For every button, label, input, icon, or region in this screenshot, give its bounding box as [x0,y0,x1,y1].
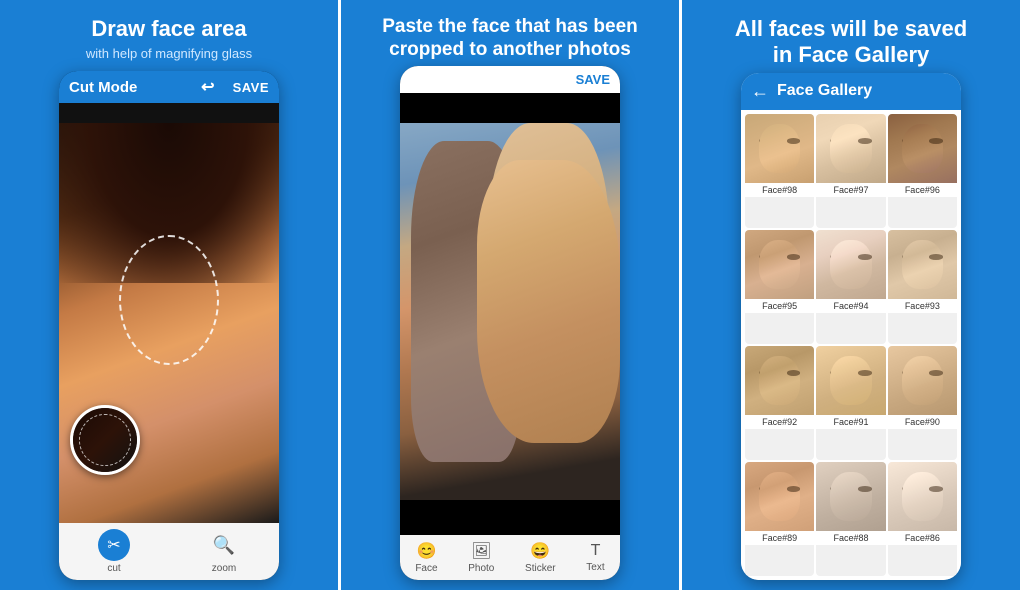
photo-tool-label: Photo [468,563,494,574]
face-image-face-95 [745,230,814,299]
zoom-tool-button[interactable]: 🔍 zoom [208,529,240,574]
face-tool-icon: 😊 [416,541,436,561]
face-image-face-91 [816,346,885,415]
gallery-title: Face Gallery [777,82,872,100]
zoom-label: zoom [212,563,236,574]
face-cell-face-88[interactable]: Face#88 [816,462,885,576]
face-label-face-89: Face#89 [745,531,814,545]
text-tool-button[interactable]: T Text [586,542,604,573]
face-cell-face-93[interactable]: Face#93 [888,230,957,344]
face-image-face-86 [888,462,957,531]
magnifier-circle [70,405,140,475]
paste-black-bar-top [400,93,620,123]
face-label-face-90: Face#90 [888,415,957,429]
panel-draw-face: Draw face area with help of magnifying g… [0,0,338,590]
text-tool-icon: T [591,542,601,560]
toolbar-right: ↩ SAVE [201,77,269,97]
cut-icon: ✂ [98,529,130,561]
face-cell-face-92[interactable]: Face#92 [745,346,814,460]
magnifier-dashed-border [79,414,130,465]
panel3-title: All faces will be savedin Face Gallery [735,16,967,69]
face-tool-button[interactable]: 😊 Face [415,541,437,574]
face-gallery-grid: Face#98Face#97Face#96Face#95Face#94Face#… [741,110,961,580]
gallery-header: ← Face Gallery [741,73,961,110]
phone-mockup-1: Cut Mode ↩ SAVE ✂ [59,71,279,580]
face-label-face-92: Face#92 [745,415,814,429]
face-cell-face-95[interactable]: Face#95 [745,230,814,344]
panel1-title: Draw face area [91,16,246,42]
paste-save-button[interactable]: SAVE [576,72,610,87]
face-label-face-93: Face#93 [888,299,957,313]
face-image-face-92 [745,346,814,415]
face-photo-area[interactable] [59,123,279,523]
face-image-face-94 [816,230,885,299]
face-label-face-86: Face#86 [888,531,957,545]
person1-silhouette [411,141,521,462]
zoom-icon: 🔍 [208,529,240,561]
face-label-face-96: Face#96 [888,183,957,197]
cut-mode-label: Cut Mode [69,79,137,96]
face-image-face-96 [888,114,957,183]
face-label-face-98: Face#98 [745,183,814,197]
sticker-tool-label: Sticker [525,563,556,574]
face-image-face-93 [888,230,957,299]
back-arrow-icon[interactable]: ← [751,81,769,102]
face-label-face-88: Face#88 [816,531,885,545]
face-cell-face-86[interactable]: Face#86 [888,462,957,576]
face-image-face-97 [816,114,885,183]
face-background [59,123,279,523]
face-label-face-95: Face#95 [745,299,814,313]
save-button[interactable]: SAVE [233,80,269,95]
sticker-tool-button[interactable]: 😄 Sticker [525,541,556,574]
paste-toolbar: SAVE [400,66,620,93]
paste-black-bar-bottom [400,500,620,535]
face-selection-oval [119,235,219,365]
face-cell-face-94[interactable]: Face#94 [816,230,885,344]
cut-mode-toolbar: Cut Mode ↩ SAVE [59,71,279,103]
face-label-face-97: Face#97 [816,183,885,197]
phone-mockup-2: SAVE 😊 Face 🖼 Photo 😄 Sticker [400,66,620,580]
panel1-subtitle: with help of magnifying glass [86,46,252,61]
face-image-face-88 [816,462,885,531]
face-image-face-90 [888,346,957,415]
couple-photo [400,123,620,500]
cut-label: cut [107,563,120,574]
top-black-bar [59,103,279,123]
panel-paste-face: Paste the face that has been cropped to … [338,0,679,590]
panel2-title: Paste the face that has been cropped to … [351,16,669,62]
face-cell-face-98[interactable]: Face#98 [745,114,814,228]
face-cell-face-90[interactable]: Face#90 [888,346,957,460]
face-image-face-89 [745,462,814,531]
undo-icon[interactable]: ↩ [201,77,214,97]
person2-silhouette [488,123,609,425]
face-cell-face-91[interactable]: Face#91 [816,346,885,460]
sticker-tool-icon: 😄 [530,541,550,561]
phone-mockup-3: ← Face Gallery Face#98Face#97Face#96 Face… [741,73,961,580]
panel-face-gallery: All faces will be savedin Face Gallery ←… [679,0,1020,590]
face-label-face-91: Face#91 [816,415,885,429]
cut-tool-button[interactable]: ✂ cut [98,529,130,574]
face-cell-face-97[interactable]: Face#97 [816,114,885,228]
magnifier-inner [73,408,137,472]
face-cell-face-96[interactable]: Face#96 [888,114,957,228]
face-tool-label: Face [415,563,437,574]
paste-bottom-toolbar: 😊 Face 🖼 Photo 😄 Sticker T Text [400,535,620,580]
face-image-face-98 [745,114,814,183]
bottom-toolbar: ✂ cut 🔍 zoom [59,523,279,580]
face-cell-face-89[interactable]: Face#89 [745,462,814,576]
photo-tool-button[interactable]: 🖼 Photo [468,541,494,574]
face-label-face-94: Face#94 [816,299,885,313]
text-tool-label: Text [586,562,604,573]
photo-tool-icon: 🖼 [471,541,491,561]
